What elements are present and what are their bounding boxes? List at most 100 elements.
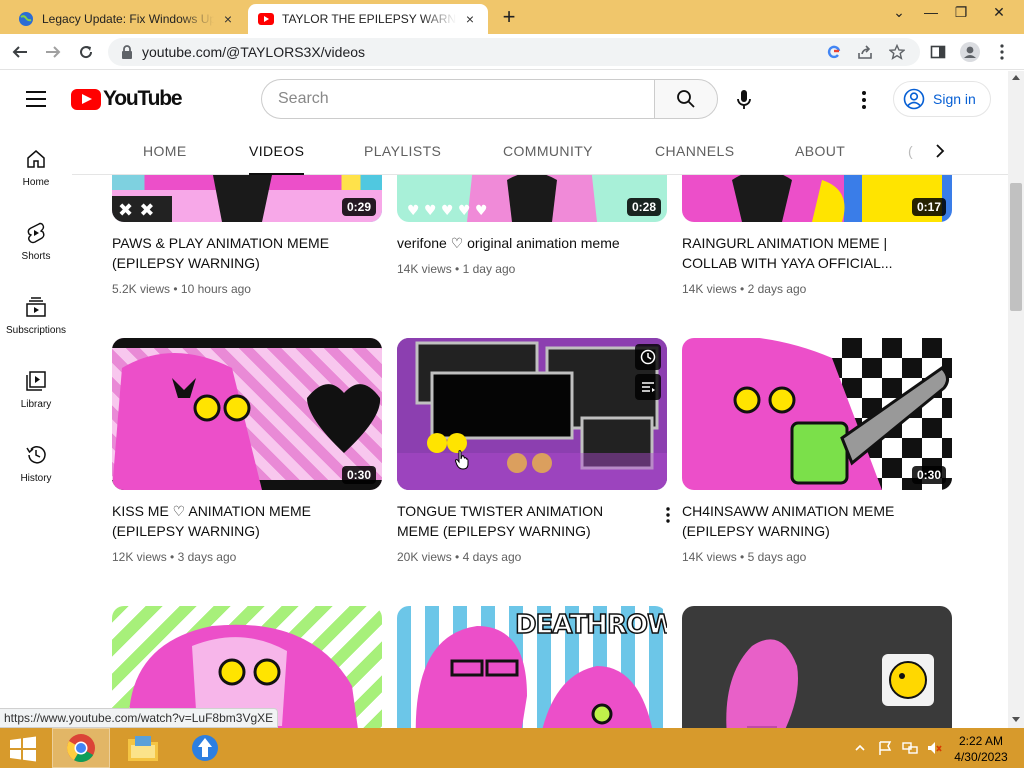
back-button[interactable] — [8, 40, 32, 64]
sign-in-button[interactable]: Sign in — [893, 81, 991, 117]
youtube-logo[interactable]: YouTube — [71, 87, 183, 111]
guide-item-shorts[interactable]: Shorts — [0, 201, 72, 275]
youtube-play-icon — [71, 88, 101, 110]
show-hidden-icons-chevron-icon[interactable] — [852, 740, 868, 756]
upload-age: 5 days ago — [747, 550, 807, 564]
add-to-queue-icon[interactable] — [635, 374, 661, 400]
link-status-bubble: https://www.youtube.com/watch?v=LuF8bm3V… — [0, 708, 279, 728]
tab-search-partial-icon[interactable]: ( — [908, 143, 913, 159]
search-input[interactable] — [262, 80, 655, 118]
taskbar-chrome-button[interactable] — [52, 728, 110, 768]
tabs-scroll-right-button[interactable] — [928, 139, 952, 163]
taskbar-file-explorer-button[interactable] — [114, 728, 172, 768]
vertical-dots-icon — [1000, 44, 1004, 60]
bookmark-star-icon[interactable] — [888, 43, 906, 61]
taskbar-clock[interactable]: 2:22 AM 4/30/2023 — [946, 733, 1016, 765]
tab-community[interactable]: COMMUNITY — [503, 143, 593, 159]
video-title[interactable]: TONGUE TWISTER ANIMATION MEME (EPILEPSY … — [397, 501, 647, 541]
minimize-button[interactable]: — — [916, 2, 946, 24]
action-center-flag-icon[interactable] — [877, 740, 893, 756]
tab-close-icon[interactable]: × — [462, 11, 478, 27]
thumbnail-art — [397, 338, 667, 490]
meta-separator: • — [740, 282, 745, 296]
video-title[interactable]: PAWS & PLAY ANIMATION MEME (EPILEPSY WAR… — [112, 233, 362, 273]
video-title[interactable]: RAINGURL ANIMATION MEME | COLLAB WITH YA… — [682, 233, 932, 273]
video-title[interactable]: verifone ♡ original animation meme — [397, 233, 647, 253]
view-count: 14K views — [682, 550, 737, 564]
meta-separator: • — [173, 282, 178, 296]
tab-home[interactable]: HOME — [143, 143, 187, 159]
guide-item-home[interactable]: Home — [0, 127, 72, 201]
lock-icon[interactable] — [120, 44, 134, 60]
windows-start-icon[interactable] — [8, 736, 38, 762]
side-panel-button[interactable] — [926, 40, 950, 64]
voice-search-button[interactable] — [734, 89, 754, 111]
upload-age: 2 days ago — [747, 282, 807, 296]
upload-age: 4 days ago — [462, 550, 522, 564]
browser-tab-strip: Legacy Update: Fix Windows Update × TAYL… — [0, 0, 1024, 34]
youtube-logo-text: YouTube — [103, 87, 183, 110]
vertical-dots-icon — [666, 507, 670, 523]
restore-button[interactable]: ❐ — [946, 2, 976, 24]
folder-icon — [128, 736, 158, 761]
video-title[interactable]: CH4INSAWW ANIMATION MEME (EPILEPSY WARNI… — [682, 501, 932, 541]
chrome-menu-button[interactable] — [990, 40, 1014, 64]
view-count: 5.2K views — [112, 282, 171, 296]
tab-search-chevron-icon[interactable]: ⌄ — [884, 2, 914, 24]
reload-button[interactable] — [74, 40, 98, 64]
close-window-button[interactable]: ✕ — [984, 2, 1014, 24]
page-scrollbar[interactable] — [1008, 71, 1024, 728]
search-box[interactable] — [261, 79, 655, 119]
clock-date: 4/30/2023 — [954, 750, 1008, 764]
scroll-up-arrow-icon[interactable] — [1012, 75, 1020, 80]
video-action-menu-button[interactable] — [663, 506, 673, 524]
video-thumbnail[interactable]: 0:30 — [112, 338, 382, 490]
tab-close-icon[interactable]: × — [220, 11, 236, 27]
guide-item-history[interactable]: History — [0, 423, 72, 497]
video-thumbnail[interactable]: 0:30 — [682, 338, 952, 490]
tab-playlists[interactable]: PLAYLISTS — [364, 143, 441, 159]
url-text[interactable]: youtube.com/@TAYLORS3X/videos — [142, 44, 365, 60]
scroll-down-arrow-icon[interactable] — [1012, 717, 1020, 722]
tab-channels[interactable]: CHANNELS — [655, 143, 734, 159]
scrollbar-thumb[interactable] — [1010, 183, 1022, 311]
search-button[interactable] — [654, 79, 718, 119]
share-icon[interactable] — [856, 43, 874, 61]
guide-item-library[interactable]: Library — [0, 349, 72, 423]
address-bar[interactable]: youtube.com/@TAYLORS3X/videos — [108, 38, 920, 66]
taskbar-legacy-update-button[interactable] — [176, 728, 234, 768]
browser-tab-legacy-update[interactable]: Legacy Update: Fix Windows Update × — [8, 4, 246, 34]
settings-menu-button[interactable] — [856, 89, 872, 111]
video-thumbnail[interactable]: 0:17 — [682, 175, 952, 222]
video-thumbnail[interactable]: ✖ ✖ 0:29 — [112, 175, 382, 222]
video-title[interactable]: KISS ME ♡ ANIMATION MEME (EPILEPSY WARNI… — [112, 501, 362, 541]
view-count: 14K views — [397, 262, 452, 276]
profile-button[interactable] — [958, 40, 982, 64]
chevron-right-icon — [936, 144, 945, 158]
tab-about[interactable]: ABOUT — [795, 143, 845, 159]
upload-age: 10 hours ago — [180, 282, 251, 296]
guide-item-subscriptions[interactable]: Subscriptions — [0, 275, 72, 349]
tab-videos[interactable]: VIDEOS — [249, 143, 305, 175]
new-tab-button[interactable]: + — [498, 6, 520, 29]
forward-button[interactable] — [41, 40, 65, 64]
guide-label: Shorts — [21, 251, 51, 262]
mouse-hand-cursor-icon — [455, 450, 469, 470]
upload-age: 3 days ago — [177, 550, 237, 564]
watch-later-icon[interactable] — [635, 344, 661, 370]
video-thumbnail[interactable] — [397, 338, 667, 490]
video-thumbnail[interactable]: ♥ ♥ ♥ ♥ ♥ 0:28 — [397, 175, 667, 222]
subscriptions-icon — [26, 297, 46, 317]
browser-tab-youtube[interactable]: TAYLOR THE EPILEPSY WARNING × — [248, 4, 488, 34]
vertical-dots-icon — [862, 91, 866, 109]
guide-menu-button[interactable] — [26, 91, 46, 112]
video-thumbnail[interactable] — [682, 606, 952, 728]
history-icon — [26, 446, 46, 464]
video-metadata: 14K views • 1 day ago — [397, 262, 515, 276]
volume-muted-icon[interactable] — [927, 740, 943, 756]
video-thumbnail[interactable]: DEATHROW — [397, 606, 667, 728]
network-icon[interactable] — [902, 740, 918, 756]
google-lens-icon[interactable] — [825, 43, 843, 61]
profile-avatar-icon — [960, 42, 980, 62]
globe-favicon-icon — [19, 12, 33, 26]
